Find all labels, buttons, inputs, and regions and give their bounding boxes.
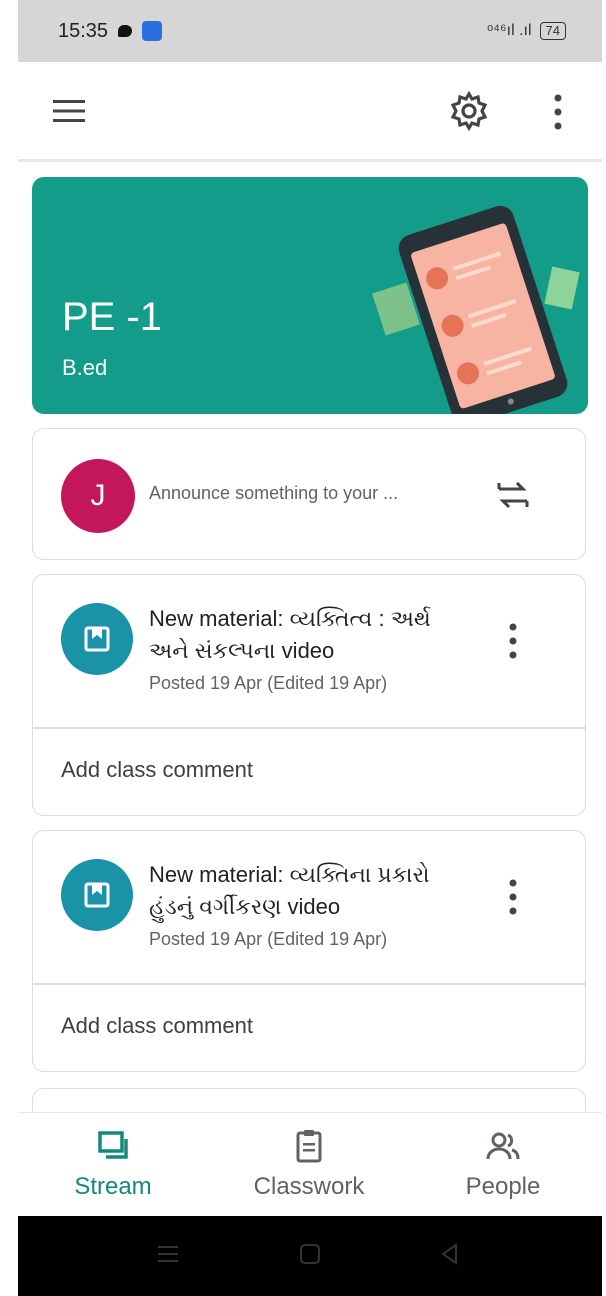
battery-icon: 74 — [539, 22, 566, 40]
repost-icon[interactable] — [495, 475, 531, 515]
screen-margin-left — [0, 0, 18, 1296]
add-comment-button[interactable]: Add class comment — [61, 1013, 253, 1039]
status-bar: 15:35 ᵒ⁴⁶ıl .ıl 74 — [18, 0, 602, 62]
more-vert-icon[interactable] — [548, 92, 568, 132]
tab-people-label: People — [465, 1173, 541, 1200]
phone-illustration-icon — [372, 205, 580, 414]
add-comment-button[interactable]: Add class comment — [61, 757, 253, 783]
post-date: Posted 19 Apr (Edited 19 Apr) — [149, 929, 388, 949]
settings-gear-icon[interactable] — [448, 90, 490, 132]
home-icon[interactable] — [294, 1238, 326, 1270]
divider — [33, 983, 585, 985]
people-icon — [486, 1132, 520, 1160]
class-banner[interactable]: PE -1 B.ed — [32, 177, 588, 414]
material-icon — [61, 603, 133, 675]
tab-people[interactable]: People — [418, 1127, 588, 1201]
announce-card[interactable]: J Announce something to your ... — [32, 428, 586, 560]
hamburger-menu-icon[interactable] — [52, 96, 86, 126]
class-section: B.ed — [62, 355, 108, 380]
signal-icon: ᵒ⁴⁶ıl .ıl — [487, 22, 532, 39]
stream-icon — [98, 1131, 128, 1159]
material-icon — [61, 859, 133, 931]
class-title: PE -1 — [62, 295, 163, 339]
more-vert-icon[interactable] — [503, 877, 523, 917]
tab-stream[interactable]: Stream — [28, 1127, 198, 1201]
classwork-icon — [296, 1130, 322, 1163]
chat-notification-icon — [118, 25, 133, 37]
stream-post[interactable]: New material: વ્યક્તિત્વ : અર્થ અને સંકલ… — [32, 574, 586, 816]
post-title[interactable]: New material: વ્યક્તિના પ્રકારો હુંડનું … — [149, 859, 469, 923]
tab-classwork-label: Classwork — [253, 1173, 365, 1200]
divider — [33, 727, 585, 729]
back-icon[interactable] — [434, 1238, 466, 1270]
screen-margin-right — [602, 0, 606, 1296]
bottom-navigation: Stream Classwork People — [18, 1112, 602, 1216]
system-navigation-bar — [18, 1216, 602, 1296]
app-bar — [18, 62, 602, 162]
tab-stream-label: Stream — [74, 1173, 152, 1200]
post-date: Posted 19 Apr (Edited 19 Apr) — [149, 673, 388, 693]
stream-post[interactable]: New material: વ્યક્તિના પ્રકારો હુંડનું … — [32, 830, 586, 1072]
tab-classwork[interactable]: Classwork — [224, 1127, 394, 1201]
recents-icon[interactable] — [152, 1238, 184, 1270]
status-time: 15:35 — [58, 19, 109, 42]
announce-input[interactable]: Announce something to your ... — [149, 483, 398, 504]
messenger-notification-icon — [142, 21, 163, 41]
avatar: J — [61, 459, 135, 533]
more-vert-icon[interactable] — [503, 621, 523, 661]
post-title[interactable]: New material: વ્યક્તિત્વ : અર્થ અને સંકલ… — [149, 603, 469, 667]
